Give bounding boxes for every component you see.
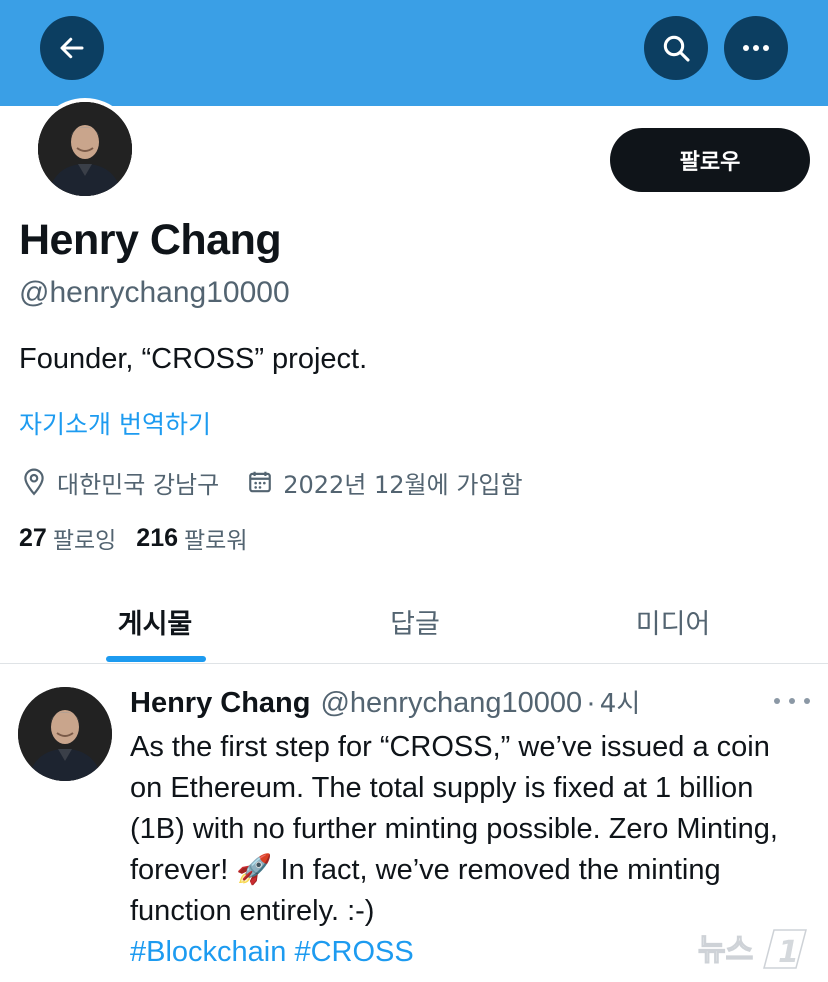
following-label: 팔로잉: [52, 528, 117, 554]
translate-bio-link[interactable]: 자기소개 번역하기: [19, 405, 211, 441]
following-count: 27: [19, 523, 47, 552]
hashtag-cross[interactable]: #CROSS: [294, 936, 413, 968]
tweet-header: Henry Chang @henrychang10000 · 4시: [130, 683, 640, 720]
search-button[interactable]: [644, 16, 708, 80]
tweet-author-avatar[interactable]: [18, 687, 112, 781]
back-button[interactable]: [40, 16, 104, 80]
profile-location: 대한민국 강남구: [57, 470, 220, 499]
follow-stats: 27 팔로잉 216 팔로워: [19, 521, 268, 555]
tweet-author-handle[interactable]: @henrychang10000: [320, 687, 582, 720]
follow-button[interactable]: 팔로우: [610, 128, 810, 192]
profile-joined-date: 2022년 12월에 가입함: [283, 470, 523, 499]
svg-text:1: 1: [778, 935, 799, 970]
tweet-timestamp[interactable]: 4시: [600, 683, 640, 720]
profile-bio: Founder, “CROSS” project.: [19, 343, 368, 375]
profile-meta: 대한민국 강남구 2022년 12월에 가입함: [19, 462, 523, 502]
avatar: [38, 102, 132, 196]
news1-watermark-logo: 뉴스 1: [697, 922, 818, 972]
profile-avatar[interactable]: [34, 98, 136, 200]
profile-handle: @henrychang10000: [19, 276, 290, 309]
tweet-author-name[interactable]: Henry Chang: [130, 687, 310, 720]
hashtag-blockchain[interactable]: #Blockchain: [130, 936, 286, 968]
followers-link[interactable]: 216 팔로워: [136, 521, 247, 555]
tab-posts[interactable]: 게시물: [60, 578, 250, 664]
person-photo-icon: [38, 102, 132, 196]
following-link[interactable]: 27 팔로잉: [19, 521, 116, 555]
active-tab-indicator: [106, 656, 206, 662]
more-horizontal-icon: [743, 45, 769, 51]
tab-media[interactable]: 미디어: [578, 578, 768, 664]
more-dot-icon: [804, 698, 810, 704]
tab-replies[interactable]: 답글: [320, 578, 510, 664]
arrow-left-icon: [60, 37, 84, 59]
profile-tabs: 게시물 답글 미디어: [0, 578, 828, 664]
profile-name: Henry Chang: [19, 216, 282, 264]
location-pin-icon: [19, 467, 49, 497]
followers-count: 216: [136, 523, 179, 552]
rocket-emoji: 🚀: [236, 854, 273, 886]
followers-label: 팔로워: [184, 528, 248, 554]
tweet-more-button[interactable]: [774, 691, 810, 711]
more-dot-icon: [789, 698, 795, 704]
more-options-button[interactable]: [724, 16, 788, 80]
calendar-icon: [245, 467, 275, 497]
search-icon: [663, 35, 690, 62]
person-photo-icon: [18, 687, 112, 781]
tweet-separator: ·: [586, 687, 596, 719]
more-dot-icon: [774, 698, 780, 704]
svg-text:뉴스: 뉴스: [698, 933, 753, 968]
